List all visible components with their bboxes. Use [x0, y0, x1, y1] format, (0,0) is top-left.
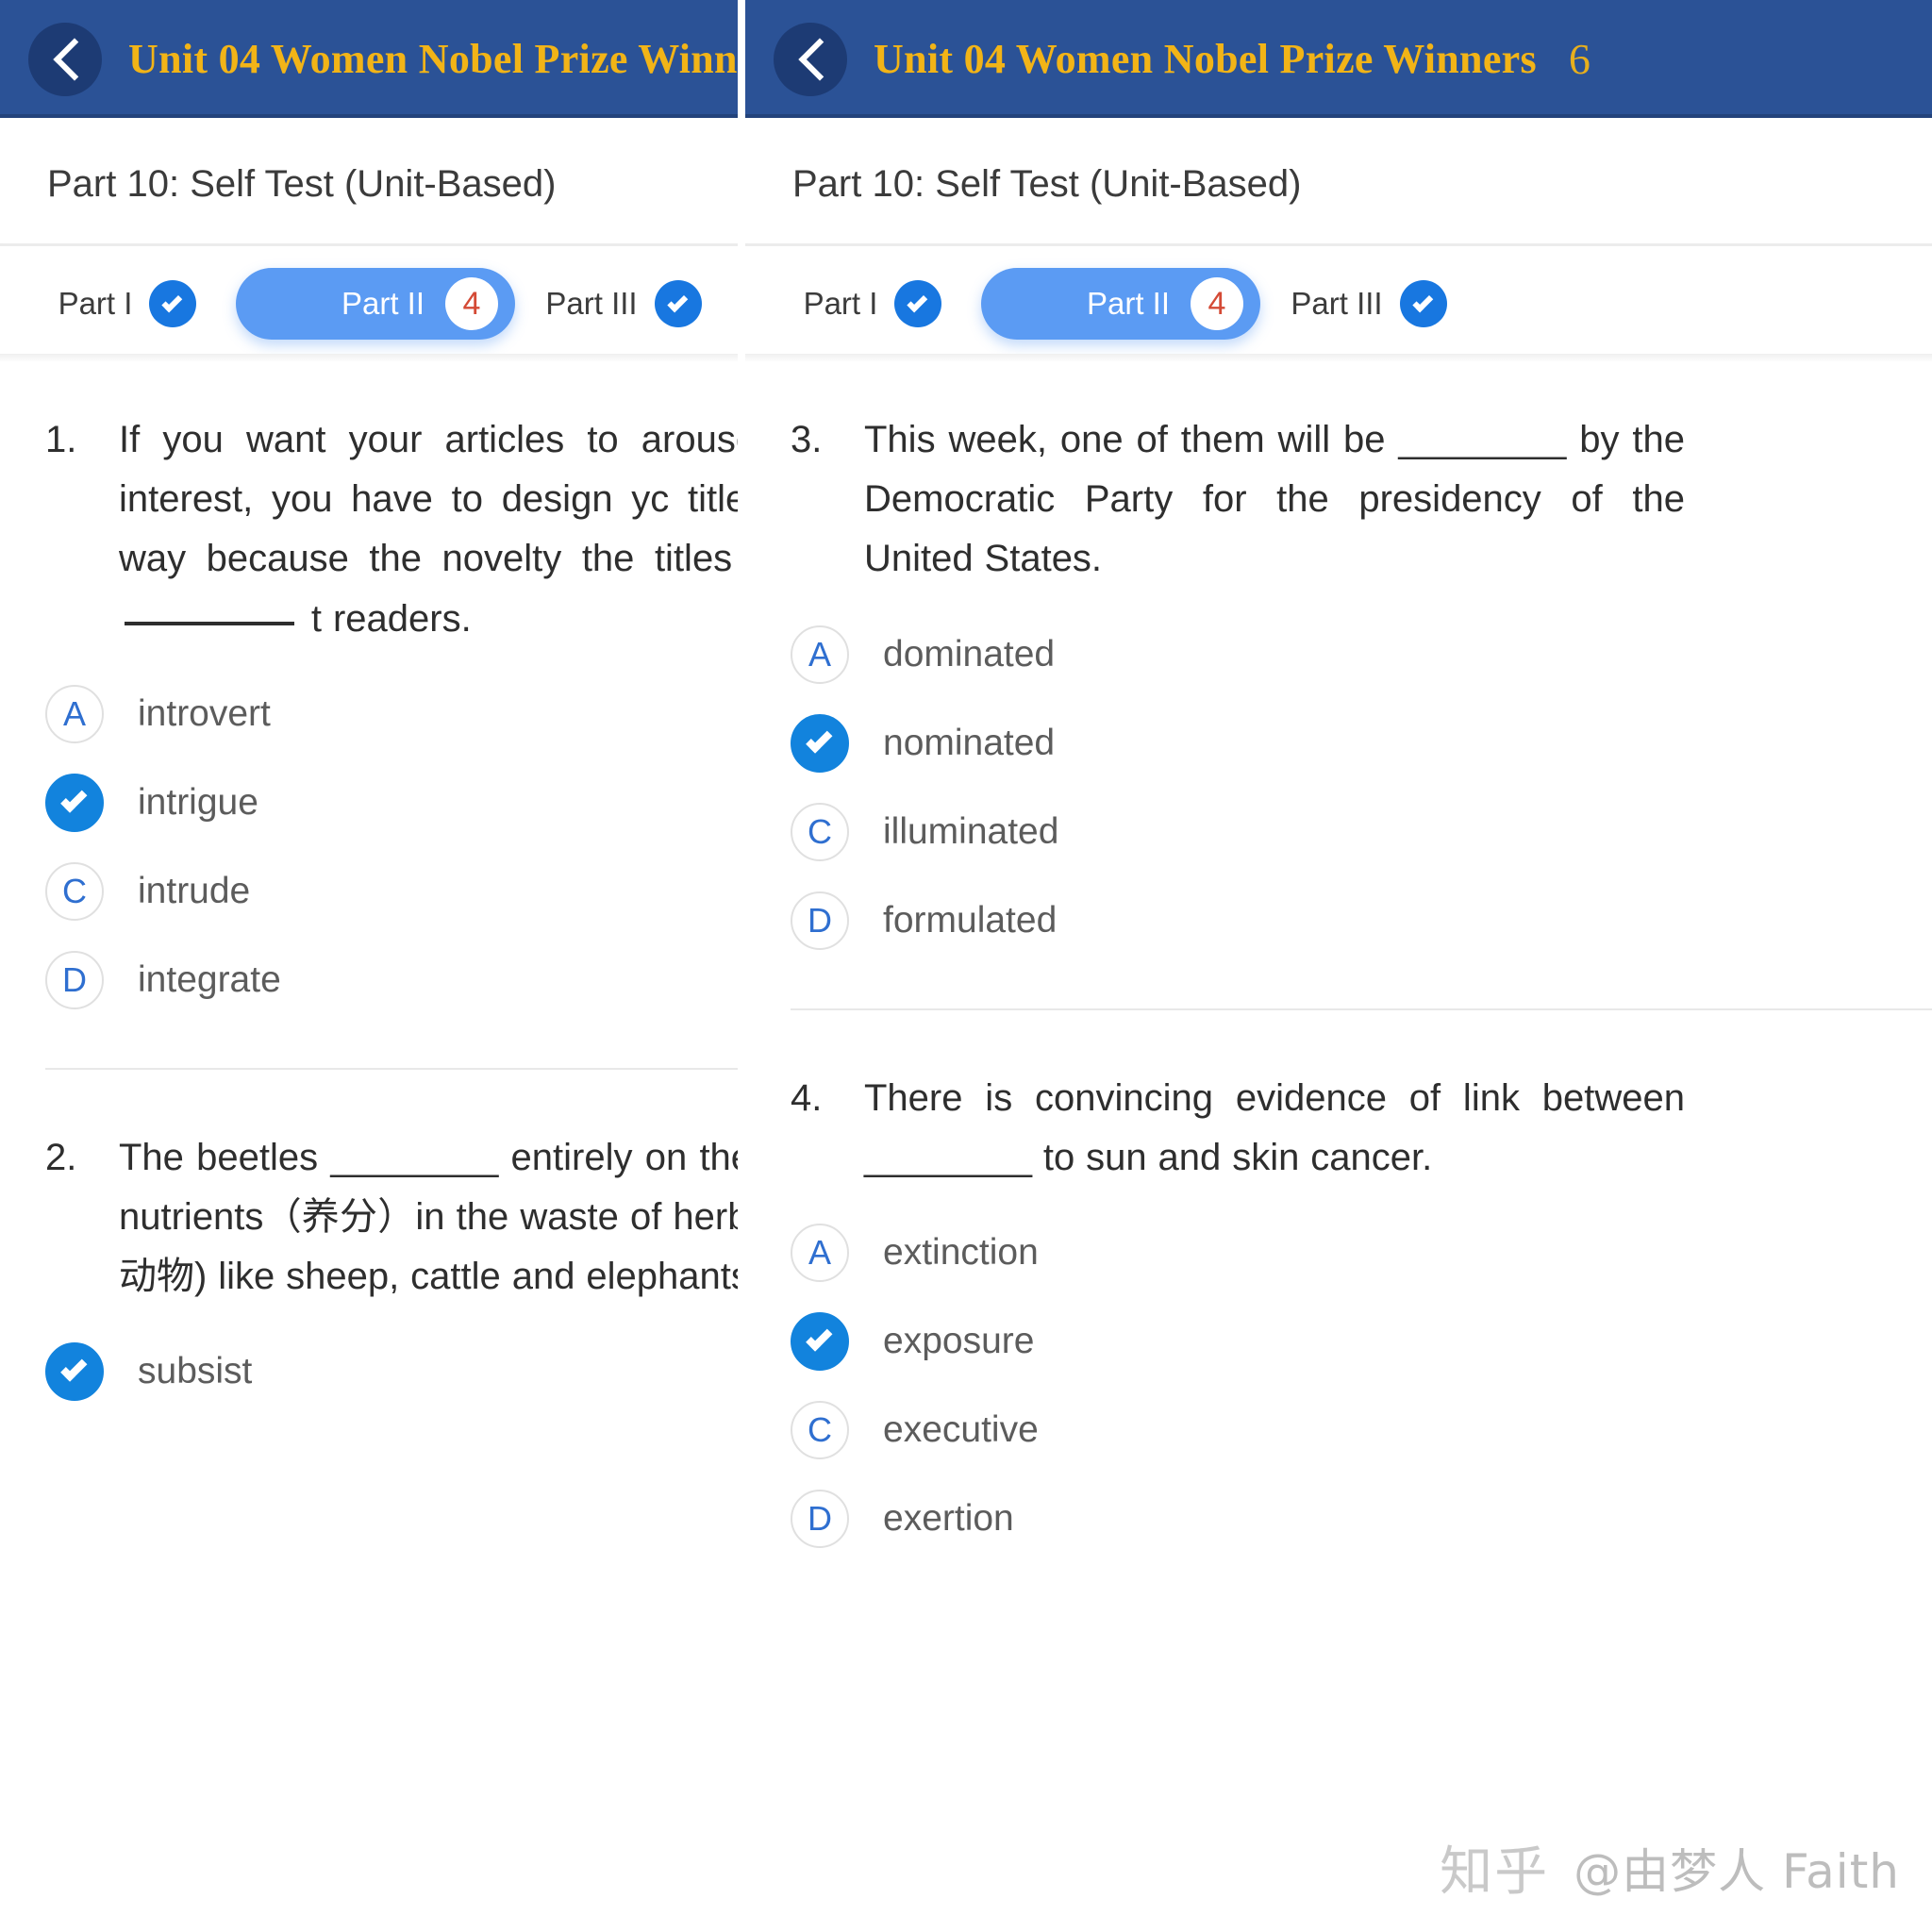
- tab-part-1-label: Part I: [58, 286, 133, 321]
- option-label: introvert: [138, 692, 271, 734]
- option-label: exertion: [883, 1497, 1014, 1539]
- question-divider: [45, 1067, 738, 1070]
- question-item: 2. The beetles ________ entirely on the …: [0, 1079, 738, 1436]
- option-label: intrude: [138, 870, 251, 911]
- tab-part-2-count-badge: 4: [1191, 277, 1243, 330]
- question-text-seg: t: [310, 597, 323, 640]
- option-row[interactable]: C illuminated: [745, 788, 1932, 876]
- option-row[interactable]: C intrude: [0, 847, 738, 936]
- option-row[interactable]: A introvert: [0, 670, 738, 758]
- screenshot-stage: Unit 04 Women Nobel Prize Winners 6 Part…: [0, 0, 1932, 1932]
- option-selected-check-icon: [791, 713, 849, 773]
- page-title: Unit 04 Women Nobel Prize Winners: [128, 36, 738, 82]
- question-text-seg: the titles can always: [581, 538, 738, 580]
- question-number: 4.: [791, 1076, 823, 1119]
- tab-part-2-label: Part II: [341, 286, 425, 321]
- option-row[interactable]: C executive: [745, 1386, 1932, 1474]
- page-title: Unit 04 Women Nobel Prize Winners: [874, 36, 1537, 82]
- right-screenshot-panel: Unit 04 Women Nobel Prize Winners 6 Part…: [745, 0, 1932, 1932]
- option-row[interactable]: D integrate: [0, 936, 738, 1024]
- option-row[interactable]: intrigue: [0, 758, 738, 847]
- option-label: subsist: [138, 1351, 253, 1392]
- question-divider: [791, 1008, 1932, 1010]
- option-marker: D: [45, 950, 104, 1009]
- answer-blank: [125, 621, 294, 625]
- option-row[interactable]: exposure: [745, 1297, 1932, 1386]
- option-marker: D: [791, 1489, 849, 1548]
- back-button[interactable]: [28, 22, 102, 96]
- tab-part-1[interactable]: Part I: [764, 268, 981, 340]
- app-bar-left: Unit 04 Women Nobel Prize Winners 6: [0, 0, 738, 118]
- option-row[interactable]: A dominated: [745, 610, 1932, 699]
- tab-part-1-label: Part I: [803, 286, 878, 321]
- left-screenshot-panel: Unit 04 Women Nobel Prize Winners 6 Part…: [0, 0, 738, 1932]
- question-text: There is convincing evidence of link bet…: [864, 1076, 1685, 1178]
- option-label: nominated: [883, 722, 1056, 763]
- tab-part-3-label: Part III: [1291, 286, 1383, 321]
- check-icon: [654, 280, 702, 327]
- option-label: dominated: [883, 633, 1056, 675]
- option-marker: A: [791, 625, 849, 684]
- tab-part-2[interactable]: Part II 4: [236, 268, 515, 340]
- tab-part-3[interactable]: Part III: [515, 268, 732, 340]
- back-chevron-icon: [53, 38, 77, 81]
- question-text: The beetles ________ entirely on the und…: [119, 1136, 738, 1298]
- tab-part-1[interactable]: Part I: [19, 268, 236, 340]
- option-selected-check-icon: [45, 773, 104, 832]
- option-label: executive: [883, 1408, 1039, 1450]
- question-text-seg: If you want your articles to arouse t: [119, 419, 738, 460]
- option-row[interactable]: A extinction: [745, 1208, 1932, 1297]
- back-chevron-icon: [798, 38, 823, 81]
- option-marker: C: [45, 861, 104, 921]
- back-button[interactable]: [774, 22, 847, 96]
- tab-part-2-label: Part II: [1086, 286, 1170, 321]
- check-icon: [894, 280, 942, 327]
- option-marker: A: [45, 684, 104, 743]
- option-list: A introvert intrigue C intrude D integra…: [0, 649, 738, 1034]
- option-list: A dominated nominated C illuminated D fo…: [745, 590, 1932, 974]
- option-label: extinction: [883, 1231, 1039, 1273]
- question-number: 2.: [45, 1136, 77, 1178]
- option-marker: D: [791, 891, 849, 950]
- option-label: intrigue: [138, 781, 258, 823]
- tab-part-3-label: Part III: [545, 286, 638, 321]
- question-text: This week, one of them will be ________ …: [864, 419, 1685, 580]
- option-selected-check-icon: [45, 1342, 104, 1402]
- option-list: subsist: [0, 1307, 738, 1425]
- tab-part-2[interactable]: Part II 4: [981, 268, 1260, 340]
- option-marker: C: [791, 1400, 849, 1459]
- tab-part-3[interactable]: Part III: [1260, 268, 1477, 340]
- option-marker: A: [791, 1223, 849, 1282]
- app-bar-right: Unit 04 Women Nobel Prize Winners 6: [745, 0, 1932, 118]
- option-row[interactable]: D formulated: [745, 876, 1932, 965]
- question-text-seg: readers.: [332, 597, 472, 640]
- question-number: 1.: [45, 419, 77, 460]
- tab-part-2-count-badge: 4: [445, 277, 498, 330]
- question-text: If you want your articles to arouse t re…: [119, 410, 738, 649]
- option-row[interactable]: nominated: [745, 699, 1932, 788]
- question-item: 4. There is convincing evidence of link …: [745, 1020, 1932, 1582]
- question-number: 3.: [791, 419, 823, 460]
- check-icon: [1399, 280, 1447, 327]
- question-item: 1. If you want your articles to arouse t…: [0, 361, 738, 1079]
- option-label: illuminated: [883, 810, 1059, 852]
- option-label: exposure: [883, 1320, 1035, 1361]
- question-list-right: 3. This week, one of them will be ______…: [745, 361, 1932, 1582]
- option-row[interactable]: subsist: [0, 1327, 738, 1416]
- option-label: formulated: [883, 899, 1058, 941]
- section-heading: Part 10: Self Test (Unit-Based): [792, 163, 1302, 205]
- option-marker: C: [791, 802, 849, 861]
- panel-gap: [738, 0, 745, 1932]
- tab-bar-left: Part I Part II 4 Part III: [0, 246, 738, 361]
- question-item: 3. This week, one of them will be ______…: [745, 361, 1932, 1020]
- question-list-left: 1. If you want your articles to arouse t…: [0, 361, 738, 1435]
- option-list: A extinction exposure C executive D exer…: [745, 1188, 1932, 1573]
- section-heading: Part 10: Self Test (Unit-Based): [47, 163, 557, 205]
- tab-bar-right: Part I Part II 4 Part III: [745, 246, 1932, 361]
- check-icon: [149, 280, 197, 327]
- option-label: integrate: [138, 958, 281, 1000]
- app-bar-trailing-glyph: 6: [1568, 35, 1591, 83]
- option-row[interactable]: D exertion: [745, 1474, 1932, 1563]
- option-selected-check-icon: [791, 1311, 849, 1371]
